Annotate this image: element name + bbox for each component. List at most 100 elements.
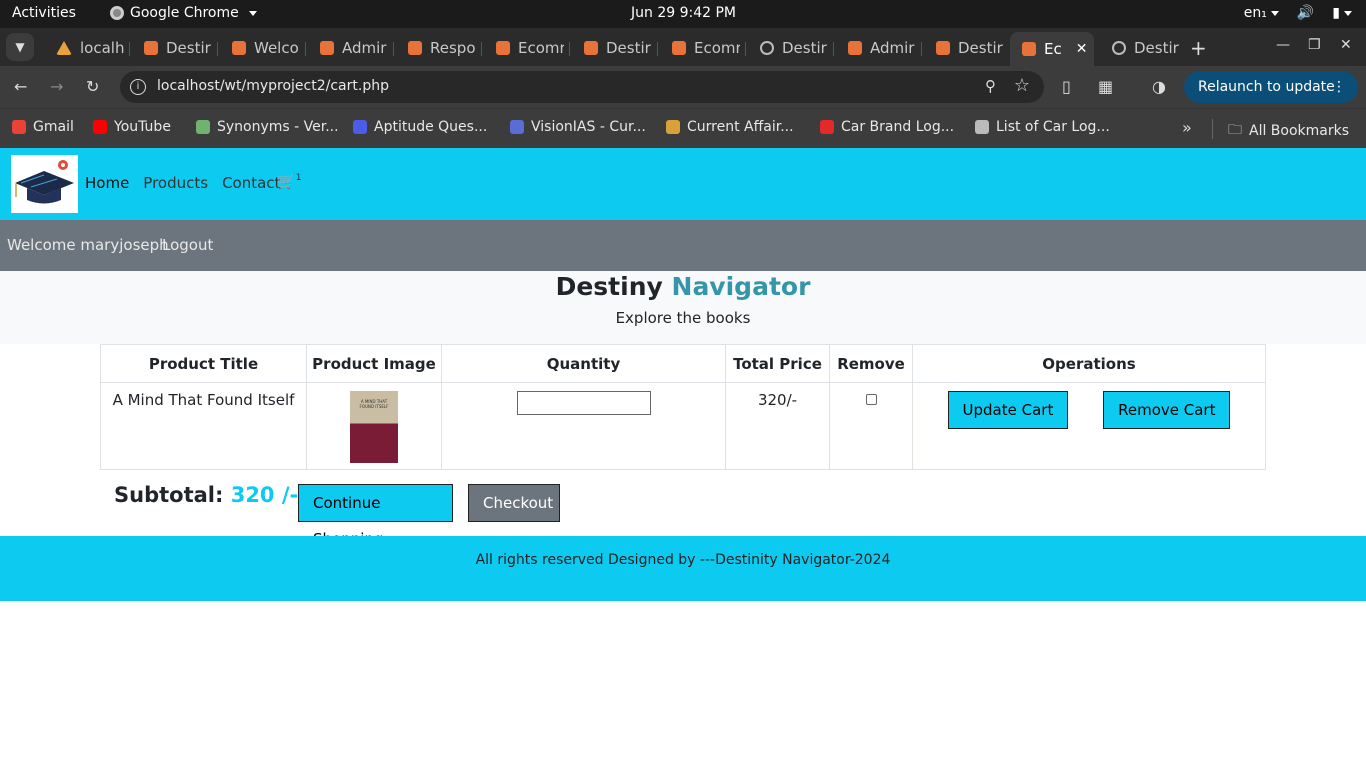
column-header: Product Image — [306, 344, 442, 383]
bookmark-star-icon[interactable]: ☆ — [1014, 75, 1030, 96]
more-bookmarks-icon[interactable]: » — [1182, 118, 1192, 137]
bookmark-favicon-icon — [196, 120, 210, 134]
browser-tab[interactable]: Ecomr — [660, 34, 740, 62]
remove-checkbox[interactable] — [865, 394, 877, 405]
extension-doc-icon[interactable]: ▯ — [1062, 77, 1071, 96]
extensions-puzzle-icon[interactable]: ▦ — [1098, 77, 1113, 96]
browser-tab[interactable]: Ec ✕ — [1010, 32, 1094, 66]
table-row: A Mind That Found Itself A MIND THAT FOU… — [100, 382, 1266, 470]
clock[interactable]: Jun 29 9:42 PM — [631, 5, 736, 21]
app-menu[interactable]: Google Chrome — [110, 5, 257, 21]
tab-separator — [569, 42, 570, 56]
logout-link[interactable]: Logout — [162, 236, 213, 254]
site-tagline: Explore the books — [615, 309, 751, 327]
tab-strip: ▼ localh Destir Welco Admir Respo Ecomr Destir… — [0, 28, 1366, 66]
continue-shopping-button[interactable]: Continue Shopping — [298, 484, 453, 548]
bookmark-item[interactable]: YouTube — [93, 119, 171, 135]
tab-label: Welco — [254, 39, 299, 57]
bookmark-label: YouTube — [114, 119, 171, 135]
activities-button[interactable]: Activities — [12, 5, 76, 21]
volume-icon[interactable]: 🔊 — [1297, 5, 1314, 21]
browser-tab[interactable]: Destir — [748, 34, 828, 62]
keyboard-layout[interactable]: en₁ — [1244, 5, 1279, 21]
tab-separator — [217, 42, 218, 56]
browser-tab[interactable]: Respo — [396, 34, 476, 62]
browser-tab[interactable]: Destir — [1100, 34, 1180, 62]
update-cart-button[interactable]: Update Cart — [947, 391, 1069, 429]
user-bar: Welcome maryjoseph Logout — [0, 220, 1366, 271]
bookmark-item[interactable]: Synonyms - Ver... — [196, 119, 339, 135]
browser-tab[interactable]: Ecomr — [484, 34, 564, 62]
bookmark-favicon-icon — [12, 120, 26, 134]
site-info-icon[interactable]: i — [130, 79, 146, 95]
column-header: Operations — [912, 344, 1266, 383]
more-menu-icon: ⋮ — [1332, 79, 1346, 95]
cart-table: Product Title Product Image Quantity Tot… — [100, 344, 1266, 470]
chevron-down-icon — [248, 10, 257, 16]
browser-tab[interactable]: Welco — [220, 34, 300, 62]
quantity-input[interactable] — [516, 391, 651, 415]
browser-tab[interactable]: Admir — [836, 34, 916, 62]
forward-button[interactable]: → — [50, 77, 63, 96]
minimize-button[interactable]: — — [1276, 37, 1290, 53]
url-text[interactable]: localhost/wt/myproject2/cart.php — [157, 78, 389, 94]
new-tab-button[interactable]: + — [1190, 36, 1207, 60]
browser-tab[interactable]: Admir — [308, 34, 388, 62]
relaunch-button[interactable]: Relaunch to update ⋮ — [1184, 71, 1358, 103]
bookmark-item[interactable]: Gmail — [12, 119, 74, 135]
battery-icon[interactable]: ▮ — [1332, 5, 1352, 21]
system-top-bar: Activities Google Chrome Jun 29 9:42 PM … — [0, 0, 1366, 28]
bookmarks-divider — [1212, 119, 1213, 139]
browser-tab[interactable]: Destir — [924, 34, 1004, 62]
column-header: Remove — [829, 344, 913, 383]
checkout-button[interactable]: Checkout — [468, 484, 560, 522]
all-bookmarks-folder[interactable]: 🗀 All Bookmarks — [1228, 119, 1349, 143]
table-header-row: Product Title Product Image Quantity Tot… — [100, 344, 1266, 383]
nav-products[interactable]: Products — [143, 174, 208, 192]
bookmark-label: VisionIAS - Cur... — [531, 119, 646, 135]
browser-tab[interactable]: Destir — [572, 34, 652, 62]
bookmark-item[interactable]: Car Brand Log... — [820, 119, 954, 135]
operations-cell: Update Cart Remove Cart — [912, 382, 1266, 470]
profile-avatar[interactable]: ◑ — [1152, 77, 1166, 96]
book-cover-image: A MIND THAT FOUND ITSELF — [350, 391, 398, 463]
site-navbar: Home Products Contact 🛒1 — [0, 148, 1366, 220]
bookmark-label: Car Brand Log... — [841, 119, 955, 135]
bookmarks-bar: Gmail YouTube Synonyms - Ver... Aptitude Qu… — [0, 108, 1366, 148]
toolbar: ← → ↻ i localhost/wt/myproject2/cart.php… — [0, 66, 1366, 108]
tab-label: Destir — [1134, 39, 1179, 57]
tab-label: Admir — [342, 39, 387, 57]
bookmark-item[interactable]: Current Affair... — [666, 119, 794, 135]
xampp-icon — [232, 41, 246, 55]
bookmark-item[interactable]: Aptitude Ques... — [353, 119, 487, 135]
site-logo[interactable] — [11, 155, 78, 213]
cart-link[interactable]: 🛒1 — [277, 172, 301, 190]
bookmark-favicon-icon — [510, 120, 524, 134]
cart-icon: 🛒 — [277, 172, 296, 190]
nav-home[interactable]: Home — [85, 174, 129, 192]
close-window-button[interactable]: ✕ — [1340, 37, 1352, 53]
subtotal-amount: 320 /- — [230, 483, 299, 507]
bookmark-item[interactable]: VisionIAS - Cur... — [510, 119, 646, 135]
maximize-button[interactable]: ❐ — [1308, 37, 1321, 53]
browser-tab[interactable]: Destir — [132, 34, 212, 62]
tab-separator — [657, 42, 658, 56]
back-button[interactable]: ← — [14, 77, 27, 96]
bookmark-item[interactable]: List of Car Log... — [975, 119, 1110, 135]
xampp-icon — [496, 41, 510, 55]
xampp-icon — [584, 41, 598, 55]
xampp-icon — [408, 41, 422, 55]
reload-button[interactable]: ↻ — [86, 77, 99, 96]
subtotal: Subtotal: 320 /- — [114, 483, 298, 507]
browser-tab[interactable]: localh — [44, 34, 124, 62]
tab-search-button[interactable]: ▼ — [6, 33, 34, 61]
nav-contact[interactable]: Contact — [222, 174, 280, 192]
address-bar[interactable]: i localhost/wt/myproject2/cart.php ⚲ ☆ — [120, 71, 1044, 103]
bookmark-favicon-icon — [820, 120, 834, 134]
cart-count: 1 — [295, 173, 302, 183]
remove-cart-button[interactable]: Remove Cart — [1103, 391, 1231, 429]
close-tab-icon[interactable]: ✕ — [1076, 41, 1088, 57]
tab-separator — [305, 42, 306, 56]
system-tray[interactable]: en₁ 🔊 ▮ — [1244, 5, 1352, 21]
zoom-icon[interactable]: ⚲ — [985, 77, 996, 95]
